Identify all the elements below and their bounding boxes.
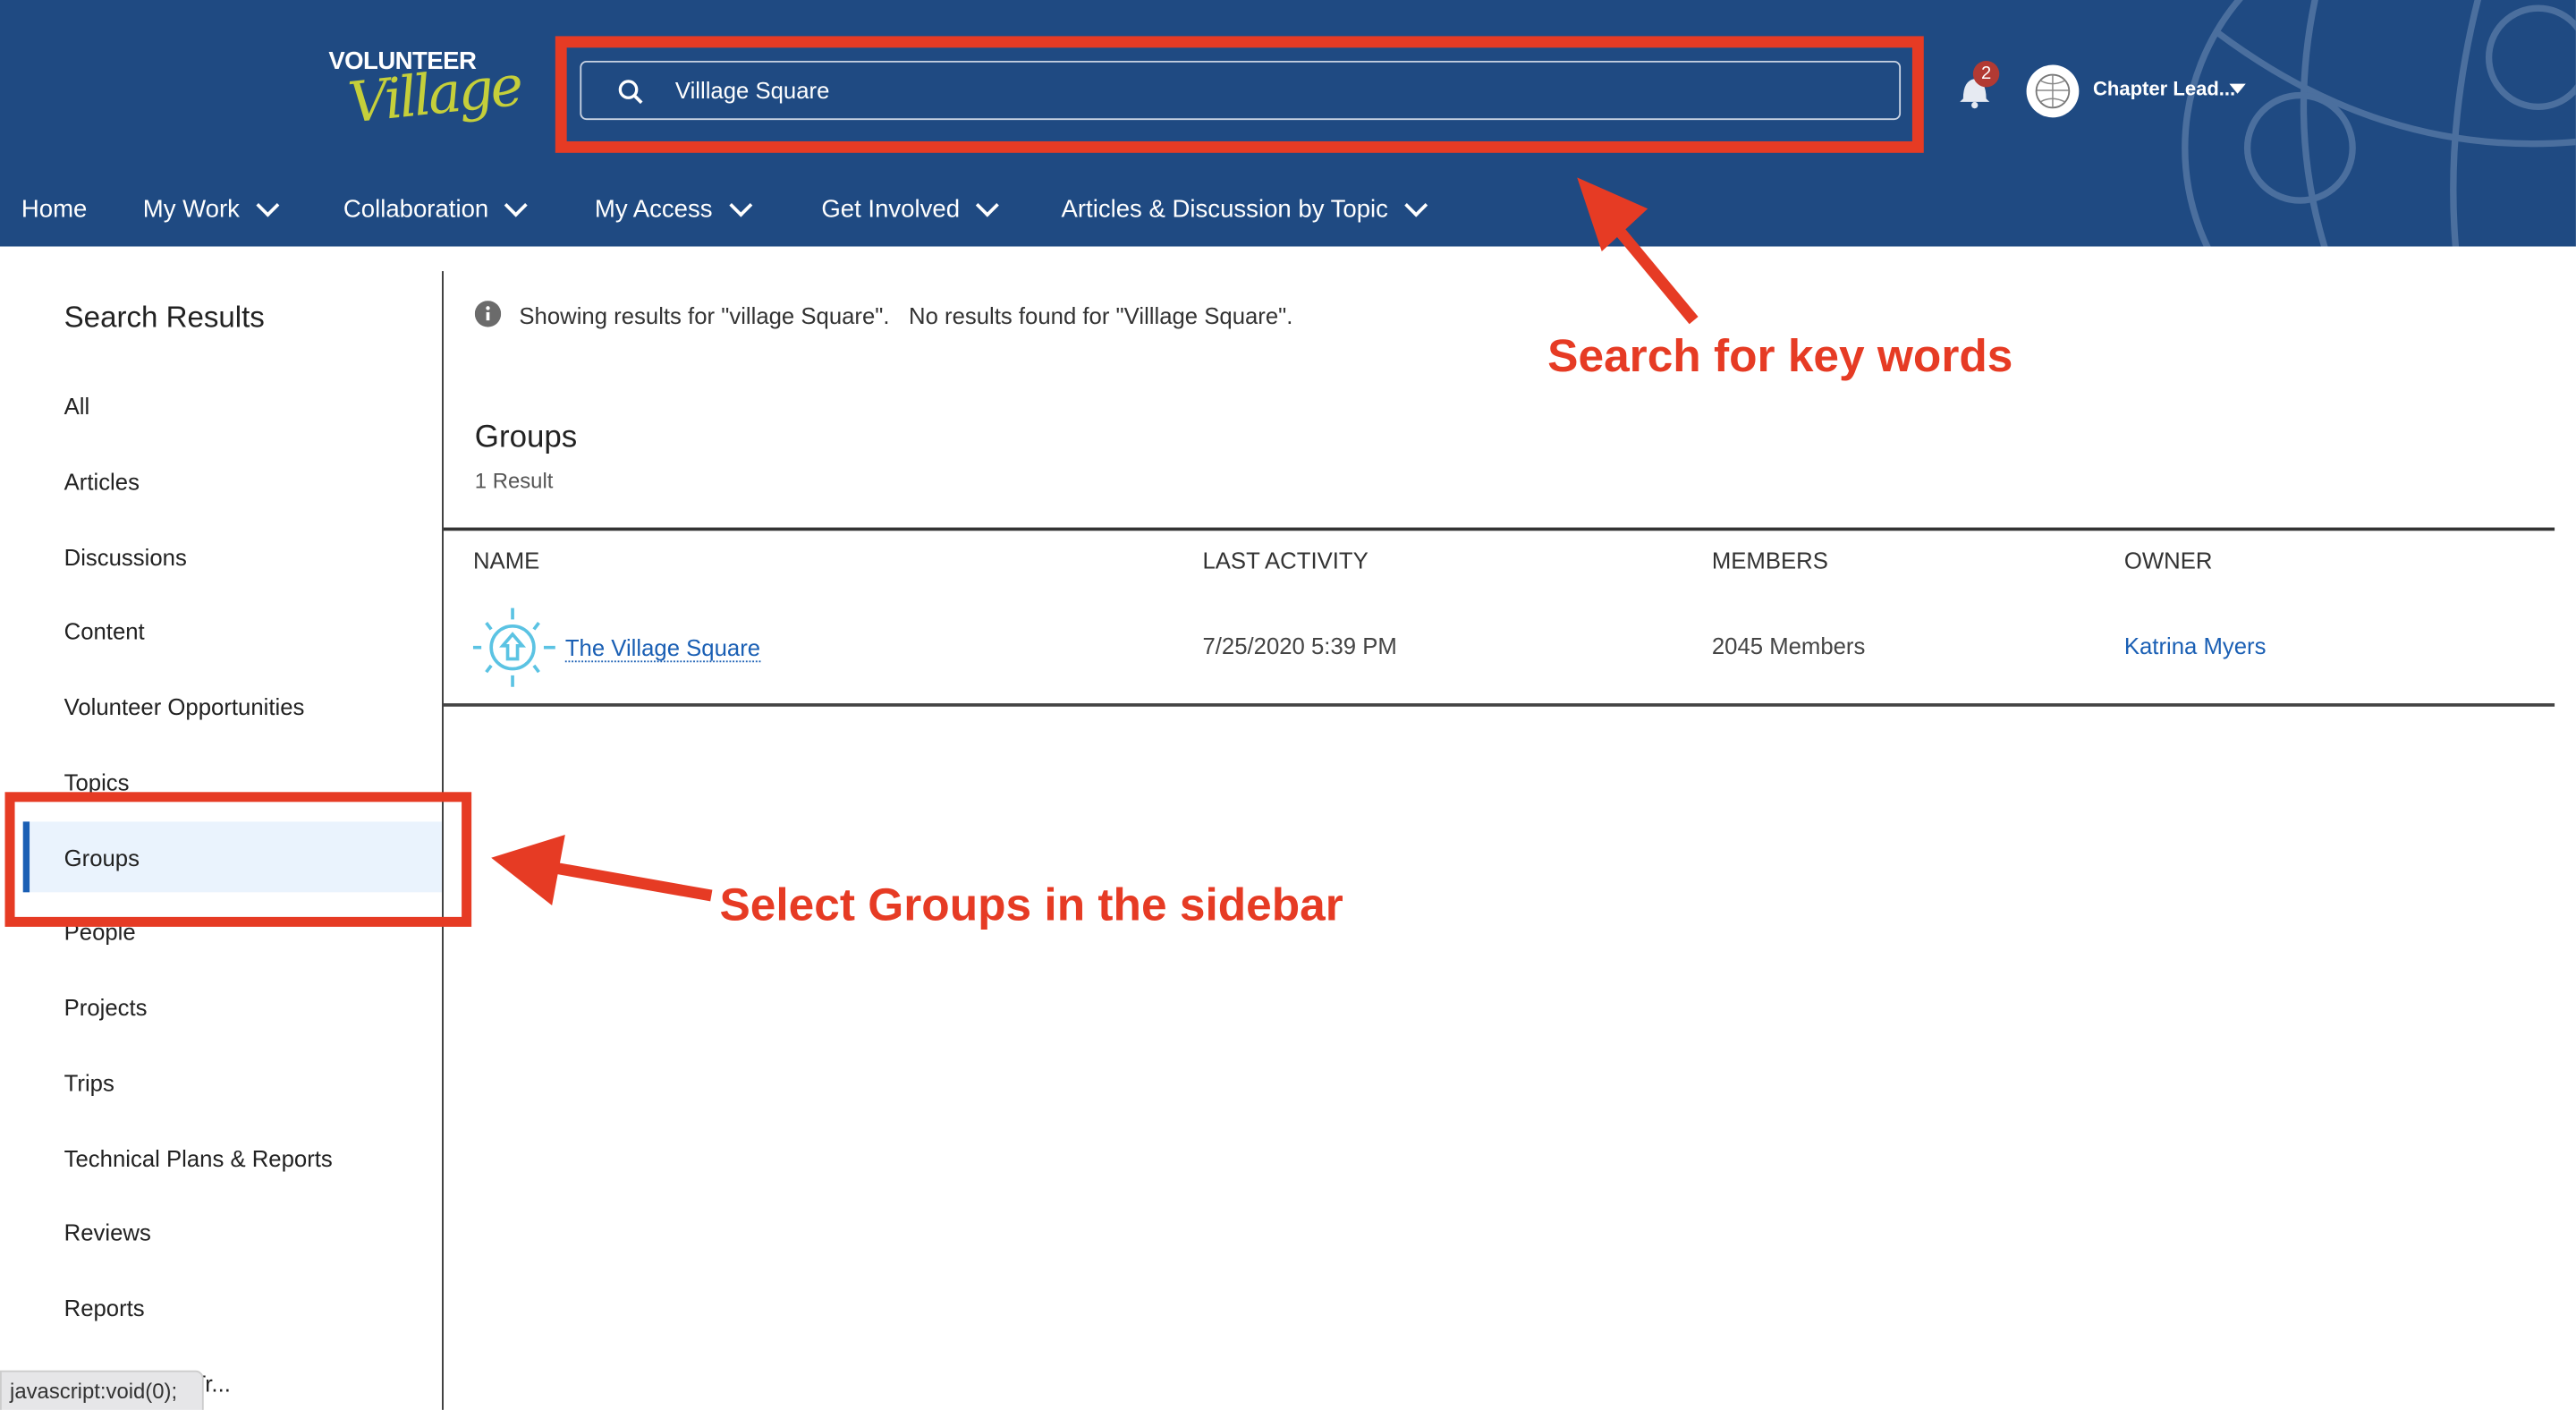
chevron-down-icon [256, 193, 280, 217]
sidebar-item-reviews[interactable]: Reviews [64, 1219, 151, 1245]
sidebar-title: Search Results [64, 301, 265, 334]
sidebar-item-content[interactable]: Content [64, 618, 145, 644]
nav-label: Articles & Discussion by Topic [1061, 195, 1388, 224]
nav-get-involved[interactable]: Get Involved [821, 193, 1000, 224]
nav-label: My Work [142, 195, 240, 224]
chevron-down-icon [728, 193, 752, 217]
sidebar-item-articles[interactable]: Articles [64, 468, 140, 494]
nav-my-access[interactable]: My Access [594, 193, 752, 224]
chevron-down-icon [1404, 193, 1428, 217]
sidebar-item-trips[interactable]: Trips [64, 1069, 114, 1095]
nav-label: My Access [594, 195, 713, 224]
nav-label: Get Involved [821, 195, 961, 224]
annotation-groups-box [4, 792, 472, 927]
sidebar-item-all[interactable]: All [64, 393, 90, 419]
sidebar-item-technical-plans-reports[interactable]: Technical Plans & Reports [64, 1144, 333, 1170]
sidebar-item-topics[interactable]: Topics [64, 769, 130, 794]
annotation-arrow-icon [1577, 177, 1699, 325]
nav-label: Collaboration [343, 195, 489, 224]
column-header-last-activity: LAST ACTIVITY [1202, 547, 1368, 574]
sidebar-item-volunteer-opportunities[interactable]: Volunteer Opportunities [64, 693, 305, 719]
owner-link[interactable]: Katrina Myers [2124, 633, 2267, 658]
sidebar-item-projects[interactable]: Projects [64, 994, 148, 1020]
table-top-border [443, 527, 2555, 531]
nav-label: Home [21, 195, 88, 224]
annotation-search-box [555, 36, 1924, 153]
search-info-message: Showing results for "village Square". No… [519, 302, 1293, 329]
section-title: Groups [474, 420, 578, 455]
nav-articles-discussion[interactable]: Articles & Discussion by Topic [1061, 193, 1428, 224]
column-header-members: MEMBERS [1711, 547, 1828, 574]
table-bottom-border [443, 703, 2555, 707]
status-bar-tooltip: javascript:void(0); [0, 1370, 204, 1410]
annotation-groups-text: Select Groups in the sidebar [719, 879, 1343, 930]
info-icon [474, 301, 502, 327]
column-header-name: NAME [472, 547, 540, 574]
sidebar-item-discussions[interactable]: Discussions [64, 543, 187, 569]
group-village-icon [472, 607, 555, 687]
members-cell: 2045 Members [1711, 633, 1866, 659]
notification-badge: 2 [1972, 60, 2000, 88]
user-name[interactable]: Chapter Lead... [2093, 77, 2235, 100]
sidebar-item-reports[interactable]: Reports [64, 1295, 145, 1321]
last-activity-cell: 7/25/2020 5:39 PM [1202, 633, 1397, 659]
chevron-down-icon [976, 193, 1000, 217]
caret-down-icon[interactable] [2229, 83, 2246, 94]
column-header-owner: OWNER [2123, 547, 2213, 574]
result-count: 1 Result [474, 468, 554, 494]
avatar[interactable] [2026, 64, 2080, 119]
globe-watermark-icon [2182, 0, 2576, 247]
annotation-arrow-icon [491, 835, 713, 906]
chevron-down-icon [504, 193, 529, 217]
group-link[interactable]: The Village Square [564, 634, 761, 663]
nav-home[interactable]: Home [21, 196, 87, 224]
nav-my-work[interactable]: My Work [142, 193, 280, 224]
annotation-search-text: Search for key words [1547, 330, 2013, 382]
nav-collaboration[interactable]: Collaboration [343, 193, 529, 224]
